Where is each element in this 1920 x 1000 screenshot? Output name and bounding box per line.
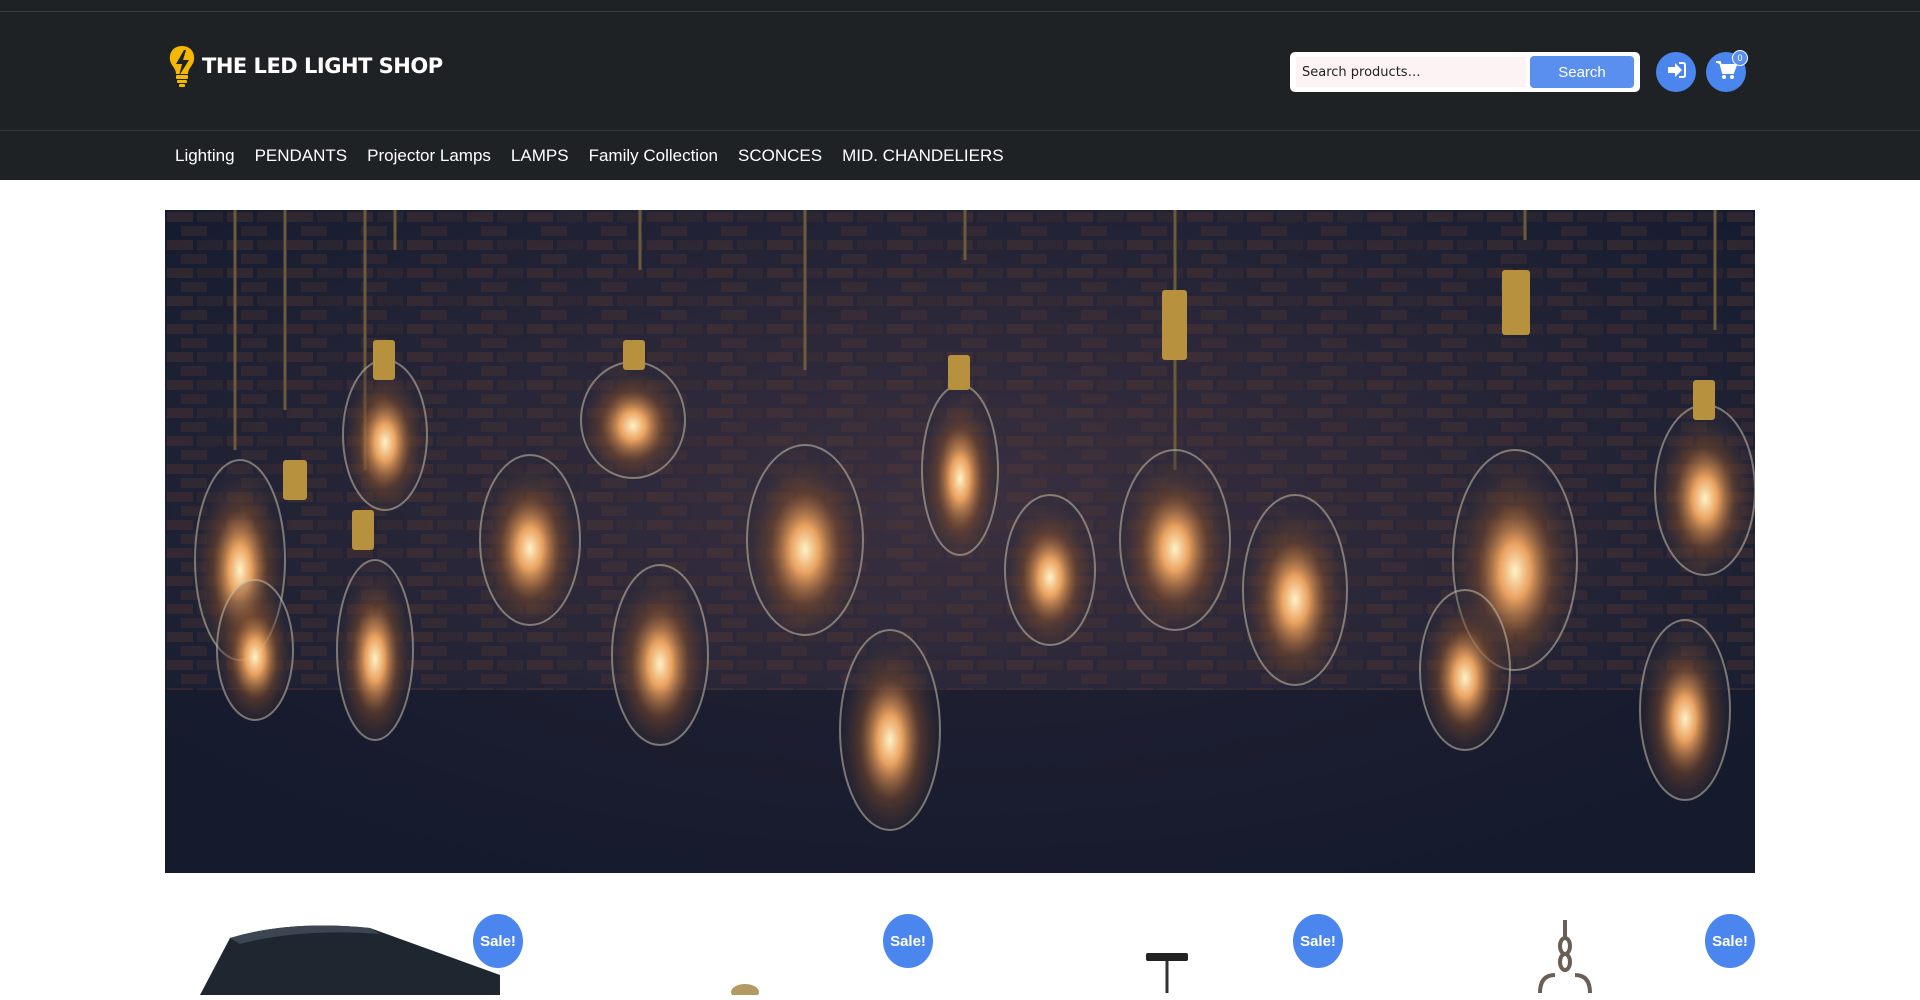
hanging-bulbs-image xyxy=(165,210,1755,873)
search-button[interactable]: Search xyxy=(1530,56,1634,88)
nav-item-lamps[interactable]: LAMPS xyxy=(511,146,569,166)
sale-badge: Sale! xyxy=(883,914,933,968)
nav-item-mid-chandeliers[interactable]: MID. CHANDELIERS xyxy=(842,146,1004,166)
site-header: THE LED LIGHT SHOP Search 0 xyxy=(0,12,1920,130)
product-image[interactable] xyxy=(1142,953,1192,998)
sale-badge: Sale! xyxy=(1705,914,1755,968)
sign-in-icon xyxy=(1666,61,1686,84)
cart-button[interactable]: 0 xyxy=(1706,50,1748,92)
login-button[interactable] xyxy=(1656,52,1696,92)
sale-badge: Sale! xyxy=(473,914,523,968)
chandelier-image xyxy=(1538,920,1592,994)
product-image[interactable] xyxy=(725,980,765,1000)
nav-item-projector-lamps[interactable]: Projector Lamps xyxy=(367,146,491,166)
nav-item-sconces[interactable]: SCONCES xyxy=(738,146,822,166)
cart-count-badge: 0 xyxy=(1732,50,1748,66)
product-strip: Sale! Sale! Sale! Sale! xyxy=(165,905,1755,1000)
nav-item-lighting[interactable]: Lighting xyxy=(175,146,235,166)
nav-item-family-collection[interactable]: Family Collection xyxy=(589,146,718,166)
search-form: Search xyxy=(1290,52,1640,92)
sale-badge: Sale! xyxy=(1293,914,1343,968)
product-image[interactable] xyxy=(1530,920,1600,998)
top-strip xyxy=(0,0,1920,12)
brand-name: THE LED LIGHT SHOP xyxy=(202,54,443,78)
product-image[interactable] xyxy=(170,920,510,1000)
nav-item-pendants[interactable]: PENDANTS xyxy=(255,146,348,166)
black-pendant-image xyxy=(1146,953,1188,993)
main-nav: Lighting PENDANTS Projector Lamps LAMPS … xyxy=(0,130,1920,180)
search-input[interactable] xyxy=(1296,57,1526,87)
hero-banner[interactable] xyxy=(165,210,1755,873)
site-logo[interactable]: THE LED LIGHT SHOP xyxy=(168,44,443,88)
lightbulb-bolt-icon xyxy=(168,44,196,88)
lantern-fixture-image xyxy=(200,925,500,995)
